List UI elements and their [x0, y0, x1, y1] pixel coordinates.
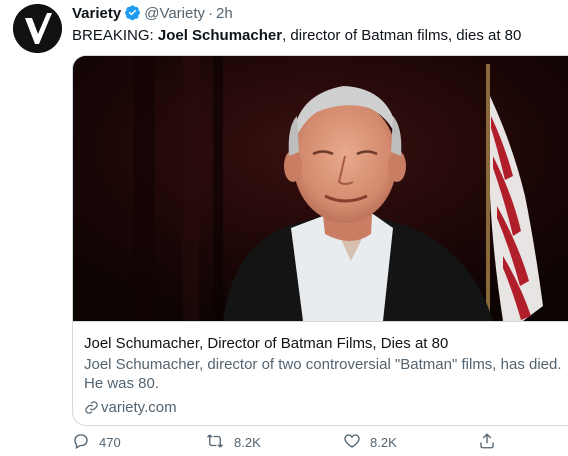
share-button[interactable]	[478, 430, 505, 454]
tweet-header: Variety @Variety · 2h	[72, 4, 233, 27]
tweet-text-suffix: , director of Batman films, dies at 80	[282, 27, 522, 44]
reply-icon	[72, 432, 99, 453]
separator-dot: ·	[208, 5, 214, 22]
reply-button[interactable]: 470	[72, 430, 121, 454]
like-count: 8.2K	[370, 434, 397, 450]
retweet-icon	[205, 432, 234, 453]
card-meta: Joel Schumacher, Director of Batman Film…	[73, 321, 568, 416]
tweet-text-prefix: BREAKING:	[72, 27, 158, 44]
action-bar: 470 8.2K 8.2K	[72, 430, 568, 454]
author-handle[interactable]: @Variety	[144, 5, 205, 22]
like-button[interactable]: 8.2K	[343, 430, 397, 454]
reply-count: 470	[99, 434, 121, 450]
heart-icon	[343, 432, 370, 453]
tweet-timestamp[interactable]: 2h	[216, 5, 233, 22]
variety-logo	[13, 4, 62, 53]
card-photo	[73, 56, 568, 321]
link-icon	[84, 399, 101, 416]
author-name[interactable]: Variety	[72, 5, 121, 22]
retweet-button[interactable]: 8.2K	[205, 430, 261, 454]
tweet[interactable]: Variety @Variety · 2h BREAKING: Joel Schuma…	[0, 0, 568, 456]
share-icon	[478, 432, 505, 453]
avatar[interactable]	[13, 4, 62, 53]
card-description: Joel Schumacher, director of two controv…	[84, 356, 562, 392]
retweet-count: 8.2K	[234, 434, 261, 450]
link-card[interactable]: Joel Schumacher, Director of Batman Film…	[72, 55, 568, 426]
card-title: Joel Schumacher, Director of Batman Film…	[84, 335, 449, 352]
tweet-text-bold: Joel Schumacher	[157, 27, 283, 44]
verified-badge-icon	[124, 4, 141, 27]
card-domain-text: variety.com	[101, 399, 177, 416]
tweet-text: BREAKING: Joel Schumacher, director of B…	[72, 26, 521, 46]
card-domain: variety.com	[84, 398, 177, 417]
